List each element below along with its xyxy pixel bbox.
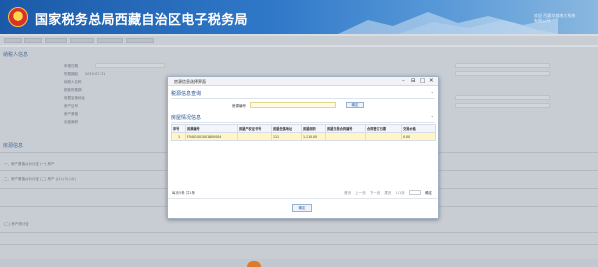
toolbar-button-import[interactable] <box>70 38 94 43</box>
collapse-icon[interactable]: ⌃ <box>431 91 434 96</box>
section-title-taxpayer: 纳税人信息 <box>3 52 29 58</box>
column-header: 合同签订日期 <box>365 124 402 133</box>
table-cell-contract-no <box>325 132 366 141</box>
bg-input-right-4[interactable] <box>455 103 550 108</box>
collapse-icon[interactable]: ⌃ <box>431 115 434 120</box>
table-cell-price: 0.00 <box>401 132 436 141</box>
query-panel-title: 税源信息查询 <box>171 91 202 97</box>
site-title: 国家税务总局西藏自治区电子税务局 <box>35 13 248 28</box>
dialog-titlebar[interactable]: 房源信息选择界面 – ⊟ □ ✕ <box>168 77 438 86</box>
bg-input-1[interactable] <box>95 63 165 68</box>
divider <box>171 98 435 99</box>
column-header: 房源编号 <box>185 124 238 133</box>
dialog-title: 房源信息选择界面 <box>174 79 206 84</box>
pager-summary: 每页5条 共1条 <box>172 191 196 195</box>
site-header: 国家税务总局西藏自治区电子税务局 欢迎 西藏龙城地大系统 有限公司 <box>0 0 598 34</box>
bg-label-4: 税款所属期 <box>64 88 82 92</box>
bg-sub-item-3: (二) 房产税计征 <box>4 222 29 226</box>
tax-emblem-logo <box>8 7 28 27</box>
divider <box>0 244 598 245</box>
column-header: 房屋产权证书号 <box>237 124 272 133</box>
toolbar-button-print[interactable] <box>45 38 67 43</box>
bg-label-2: 所属期起 <box>64 72 78 76</box>
close-icon[interactable]: ✕ <box>429 78 434 84</box>
divider <box>0 232 598 233</box>
table-cell-cert-no <box>237 132 272 141</box>
dialog-confirm-button[interactable]: 确定 <box>292 204 312 212</box>
footer-emblem-icon <box>247 261 261 267</box>
pager-first-link[interactable]: 首页 <box>344 191 351 195</box>
header-user-info: 欢迎 西藏龙城地大系统 有限公司 <box>534 13 594 23</box>
bg-label-1: 申报日期 <box>64 64 78 68</box>
bg-value-date: 2019-07-31 <box>85 72 106 76</box>
bg-input-right-2[interactable] <box>455 71 550 76</box>
pager: 首页 上一页 下一页 尾页 1/1页 确定 <box>341 190 432 196</box>
table-row[interactable]: 1 F5401001001800004 111 1,110.00 0.00 <box>171 132 436 141</box>
page-footer <box>0 259 598 267</box>
bg-label-6: 房产证号 <box>64 104 78 108</box>
bg-label-5: 房屋坐落地址 <box>64 96 85 100</box>
table-cell-address: 111 <box>271 132 302 141</box>
pager-go-button[interactable]: 确定 <box>425 191 432 195</box>
bg-label-7: 房产原值 <box>64 112 78 116</box>
pager-next-link[interactable]: 下一页 <box>370 191 381 195</box>
query-confirm-button[interactable]: 确定 <box>346 102 364 108</box>
maximize-icon[interactable]: □ <box>420 78 425 84</box>
house-select-dialog: 房源信息选择界面 – ⊟ □ ✕ 税源信息查询 ⌃ 房源编号 确定 房屋情况信息… <box>167 76 439 219</box>
bg-label-8: 出租面积 <box>64 120 78 124</box>
minimize-icon[interactable]: – <box>402 78 405 84</box>
bg-label-3: 纳税人名称 <box>64 80 82 84</box>
bg-input-right-3[interactable] <box>455 95 550 100</box>
table-header-row: 序号 房源编号 房屋产权证书号 房屋坐落地址 房屋面积 房屋交易合同编号 合同签… <box>171 124 436 133</box>
table-cell-house-id: F5401001001800004 <box>185 132 238 141</box>
bg-input-right-1[interactable] <box>455 63 550 68</box>
column-header: 房屋坐落地址 <box>271 124 302 133</box>
column-header: 房屋交易合同编号 <box>325 124 366 133</box>
house-info-table: 序号 房源编号 房屋产权证书号 房屋坐落地址 房屋面积 房屋交易合同编号 合同签… <box>171 124 436 141</box>
user-info-line2: 有限公司 <box>534 18 550 23</box>
toolbar <box>0 36 598 45</box>
pager-page-input[interactable] <box>408 190 421 195</box>
toolbar-button-reset[interactable] <box>24 38 42 43</box>
mountain-graphic <box>338 12 558 34</box>
toolbar-button-save[interactable] <box>4 38 22 43</box>
table-cell-index: 1 <box>171 132 186 141</box>
toolbar-button-export[interactable] <box>97 38 123 43</box>
toolbar-button-declare[interactable] <box>126 38 154 43</box>
pager-last-link[interactable]: 尾页 <box>384 191 391 195</box>
pager-page-info: 1/1页 <box>395 190 405 195</box>
column-header: 交易价格 <box>401 124 436 133</box>
table-cell-contract-date <box>365 132 402 141</box>
bg-sub-item-2: 二、房产原值从价计征 (二) 房产 ((2)-(3)-(4)) <box>4 177 76 181</box>
divider <box>168 198 438 199</box>
house-id-label: 房源编号 <box>232 104 246 108</box>
section-title-house: 房源信息 <box>3 143 24 149</box>
house-id-input[interactable] <box>250 102 336 108</box>
house-panel-title: 房屋情况信息 <box>171 115 202 121</box>
table-cell-area: 1,110.00 <box>301 132 326 141</box>
bg-sub-item-1: 一、房产原值从价计征 (一) 房产 <box>4 162 55 166</box>
divider <box>171 122 435 123</box>
column-header: 房屋面积 <box>301 124 326 133</box>
pager-prev-link[interactable]: 上一页 <box>355 191 366 195</box>
restore-icon[interactable]: ⊟ <box>411 78 416 84</box>
column-header: 序号 <box>171 124 186 133</box>
